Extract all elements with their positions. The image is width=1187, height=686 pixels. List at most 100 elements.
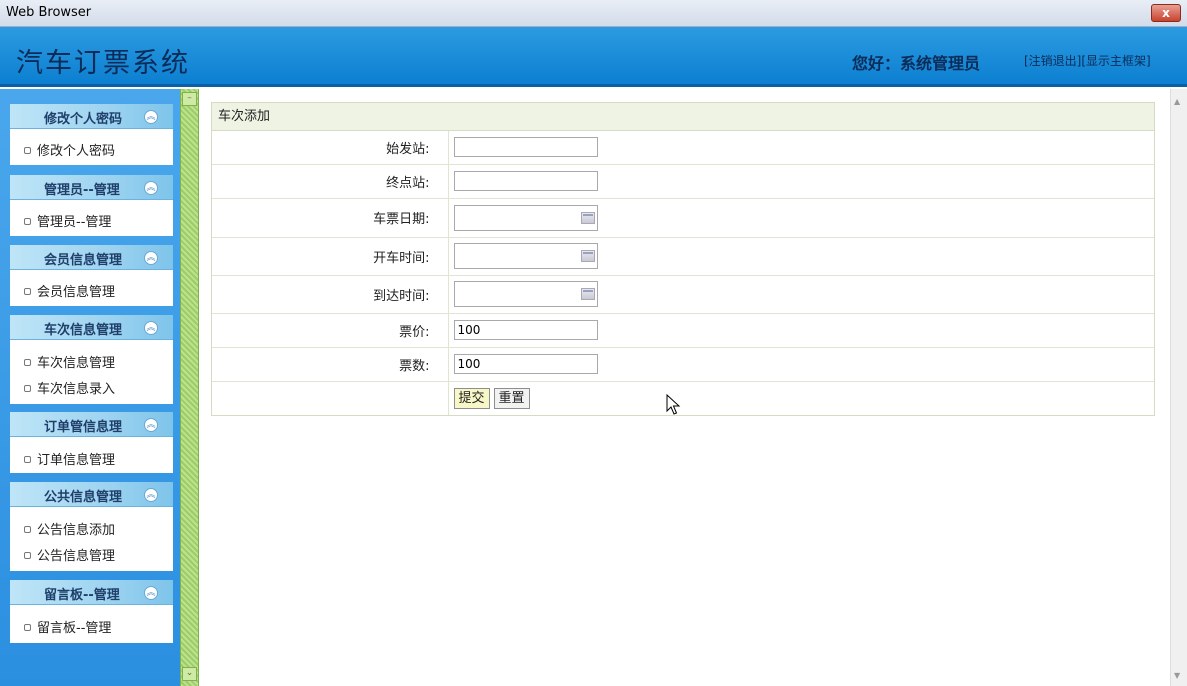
bullet-icon <box>24 288 31 295</box>
menu-group-title: 会员信息管理 <box>44 253 123 268</box>
sidebar-splitter[interactable]: – ⌄ <box>180 89 199 686</box>
sidebar-item-notice-add[interactable]: 公告信息添加 <box>24 519 115 538</box>
sidebar-item-label: 订单信息管理 <box>37 453 116 468</box>
collapse-icon[interactable]: ︽ <box>144 181 158 195</box>
menu-group-title: 公共信息管理 <box>44 490 123 505</box>
field-label: 票数: <box>212 346 449 381</box>
sidebar-item-train-entry[interactable]: 车次信息录入 <box>24 378 115 397</box>
field-label: 车票日期: <box>212 197 449 237</box>
menu-group-body: 修改个人密码 <box>10 129 173 165</box>
collapse-icon[interactable]: ︽ <box>144 321 158 335</box>
main-content: 车次添加 始发站: 终点站: 车票日期: 开车时间: 到达时间: 票价: 100… <box>199 89 1170 686</box>
sidebar-item-change-password[interactable]: 修改个人密码 <box>24 140 115 159</box>
form-row: 终点站: <box>212 163 1154 198</box>
sidebar-item-train-manage[interactable]: 车次信息管理 <box>24 352 115 371</box>
field-label: 终点站: <box>212 163 449 198</box>
menu-group-body: 车次信息管理 车次信息录入 <box>10 340 173 404</box>
menu-group-body: 会员信息管理 <box>10 270 173 306</box>
sidebar-item-label: 车次信息管理 <box>37 356 116 371</box>
menu-group-body: 公告信息添加 公告信息管理 <box>10 507 173 571</box>
menu-group-trains[interactable]: 车次信息管理 ︽ <box>10 315 173 340</box>
app-header: 汽车订票系统 您好：系统管理员 [注销退出][显示主框架] <box>0 27 1187 87</box>
window-title-bar: Web Browser x <box>0 0 1187 27</box>
bullet-icon <box>24 218 31 225</box>
arrival-time-input[interactable] <box>453 281 598 307</box>
menu-group-members[interactable]: 会员信息管理 ︽ <box>10 245 173 270</box>
form-row: 提交 重置 <box>212 380 1154 415</box>
collapse-icon[interactable]: ︽ <box>144 251 158 265</box>
calendar-icon[interactable] <box>580 250 595 262</box>
bullet-icon <box>24 359 31 366</box>
menu-group-body: 订单信息管理 <box>10 437 173 473</box>
form-row: 始发站: <box>212 131 1154 164</box>
bullet-icon <box>24 147 31 154</box>
train-add-form: 始发站: 终点站: 车票日期: 开车时间: 到达时间: 票价: 100 票数: … <box>212 131 1154 415</box>
collapse-icon[interactable]: ︽ <box>144 110 158 124</box>
ticket-count-input[interactable] <box>453 354 598 374</box>
calendar-icon[interactable] <box>580 288 595 300</box>
menu-group-title: 订单管信息理 <box>44 420 123 435</box>
sidebar-item-guestbook-manage[interactable]: 留言板--管理 <box>24 617 111 636</box>
field-label: 开车时间: <box>212 236 449 275</box>
show-main-frame-link[interactable]: [显示主框架] <box>1081 54 1150 68</box>
window-close-button[interactable]: x <box>1151 4 1181 22</box>
ticket-date-input[interactable] <box>453 204 598 231</box>
menu-group-body: 留言板--管理 <box>10 605 173 643</box>
menu-group-password[interactable]: 修改个人密码 ︽ <box>10 104 173 129</box>
header-links: [注销退出][显示主框架] <box>1024 52 1151 69</box>
sidebar-item-label: 留言板--管理 <box>37 621 112 636</box>
menu-group-admin[interactable]: 管理员--管理 ︽ <box>10 175 173 200</box>
field-label: 票价: <box>212 312 449 347</box>
form-row: 票数: <box>212 346 1154 381</box>
logout-link[interactable]: [注销退出] <box>1024 54 1081 68</box>
vertical-scrollbar[interactable]: ▲ ▼ <box>1170 89 1187 686</box>
collapse-sidebar-icon[interactable]: – <box>182 92 197 106</box>
sidebar-item-label: 公告信息添加 <box>37 523 116 538</box>
menu-group-orders[interactable]: 订单管信息理 ︽ <box>10 412 173 437</box>
sidebar-item-notice-manage[interactable]: 公告信息管理 <box>24 545 115 564</box>
window-title: Web Browser <box>6 5 92 20</box>
scroll-up-icon[interactable]: ▲ <box>1174 97 1180 106</box>
submit-button[interactable]: 提交 <box>453 387 490 409</box>
form-row: 车票日期: <box>212 197 1154 237</box>
field-label: 始发站: <box>212 131 449 164</box>
ticket-price-input[interactable] <box>453 320 598 340</box>
collapse-icon[interactable]: ︽ <box>144 488 158 502</box>
collapse-icon[interactable]: ︽ <box>144 586 158 600</box>
departure-station-input[interactable] <box>453 137 598 158</box>
expand-sidebar-icon[interactable]: ⌄ <box>182 667 197 681</box>
panel-title: 车次添加 <box>212 103 1154 131</box>
bullet-icon <box>24 526 31 533</box>
menu-group-title: 留言板--管理 <box>44 588 120 603</box>
form-row: 票价: <box>212 312 1154 347</box>
user-greeting: 您好：系统管理员 <box>852 54 981 73</box>
menu-group-title: 管理员--管理 <box>44 183 120 198</box>
sidebar-item-label: 修改个人密码 <box>37 144 116 159</box>
menu-group-body: 管理员--管理 <box>10 200 173 236</box>
menu-group-title: 修改个人密码 <box>44 112 123 127</box>
sidebar-item-label: 管理员--管理 <box>37 215 112 230</box>
sidebar-item-member-manage[interactable]: 会员信息管理 <box>24 281 115 300</box>
menu-group-public[interactable]: 公共信息管理 ︽ <box>10 482 173 507</box>
sidebar-item-order-manage[interactable]: 订单信息管理 <box>24 449 115 468</box>
form-row: 开车时间: <box>212 236 1154 275</box>
app-title: 汽车订票系统 <box>16 48 190 79</box>
sidebar-item-label: 公告信息管理 <box>37 549 116 564</box>
sidebar-item-admin-manage[interactable]: 管理员--管理 <box>24 211 111 230</box>
menu-group-guestbook[interactable]: 留言板--管理 ︽ <box>10 580 173 605</box>
sidebar-item-label: 车次信息录入 <box>37 382 116 397</box>
bullet-icon <box>24 552 31 559</box>
form-row: 到达时间: <box>212 274 1154 313</box>
train-add-panel: 车次添加 始发站: 终点站: 车票日期: 开车时间: 到达时间: 票价: 100… <box>211 102 1155 416</box>
mouse-cursor-icon <box>666 394 681 415</box>
collapse-icon[interactable]: ︽ <box>144 418 158 432</box>
reset-button[interactable]: 重置 <box>493 387 530 409</box>
scroll-down-icon[interactable]: ▼ <box>1174 671 1180 680</box>
menu-group-title: 车次信息管理 <box>44 323 123 338</box>
close-icon: x <box>1162 6 1170 20</box>
bullet-icon <box>24 456 31 463</box>
calendar-icon[interactable] <box>580 211 595 224</box>
bullet-icon <box>24 624 31 631</box>
terminal-station-input[interactable] <box>453 171 598 191</box>
departure-time-input[interactable] <box>453 243 598 269</box>
